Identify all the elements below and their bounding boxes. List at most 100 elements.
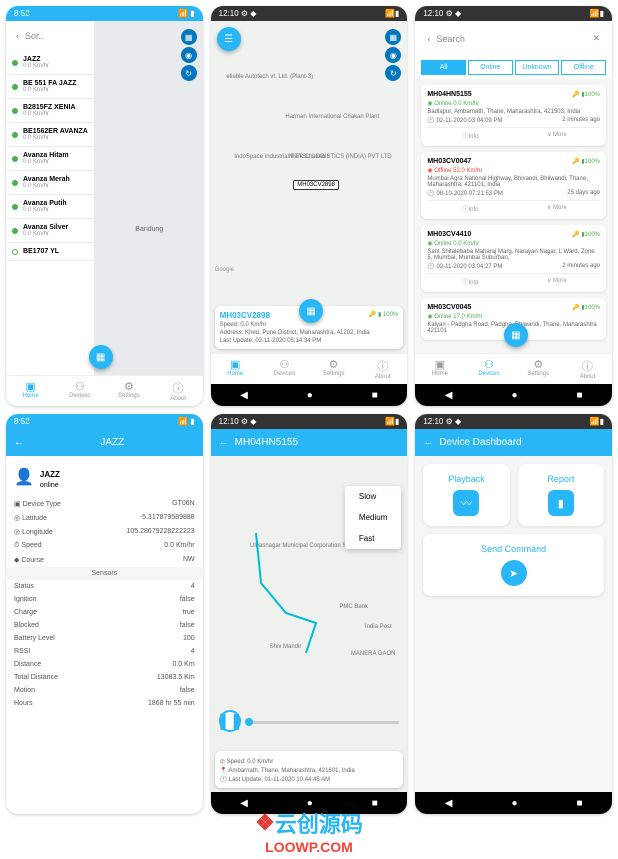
- nav-about[interactable]: ⓘAbout: [154, 380, 203, 402]
- list-item[interactable]: JAZZ0.0 Km/hr: [6, 51, 94, 75]
- tab-offline[interactable]: Offline: [561, 60, 606, 75]
- playback-info: ◎ Speed: 0.0 Km/hr 📍 Ambarnath, Thane, M…: [215, 751, 404, 788]
- home-button[interactable]: ●: [307, 390, 313, 401]
- device-card[interactable]: MH03CV4410🔑 ▮100% ◉ Online 0.0 Km/hr San…: [421, 225, 606, 292]
- sensor-row: Distance0.0 Km: [6, 658, 203, 671]
- device-card[interactable]: MH04HN5155🔑 ▮100% ◉ Online 0.0 Km/hr Bad…: [421, 85, 606, 146]
- status-bar: 8:52📶 ▮: [6, 6, 203, 21]
- list-item[interactable]: Avanza Merah0.0 Km/hr: [6, 171, 94, 195]
- back-icon[interactable]: ‹: [427, 34, 430, 44]
- recent-button[interactable]: ■: [372, 390, 378, 401]
- dash-card-report[interactable]: Report▮: [518, 464, 604, 526]
- list-item[interactable]: BE1707 YL: [6, 243, 94, 261]
- list-item[interactable]: Avanza Silver0.0 Km/hr: [6, 219, 94, 243]
- signal-icon: 📶▮: [385, 9, 399, 18]
- page-header: ←MH04HN5155: [211, 429, 408, 456]
- nav-home[interactable]: ▣Home: [6, 380, 55, 402]
- sensor-row: Hours1868 hr 55 min: [6, 697, 203, 710]
- bottom-nav: ▣Home ⚇Devices ⚙Settings ⓘAbout: [211, 353, 408, 384]
- list-item[interactable]: B2815FZ XENIA0.0 Km/hr: [6, 99, 94, 123]
- back-button[interactable]: ◀: [445, 798, 453, 809]
- back-button[interactable]: ◀: [445, 390, 453, 401]
- fab-button[interactable]: ▦: [299, 299, 323, 323]
- menu-item-medium[interactable]: Medium: [345, 507, 401, 528]
- screen-map-detail: 12:10 ⚙ ◆📶▮ ☰ ▦◉↻ eliable Autotech vt. L…: [211, 6, 408, 406]
- menu-button[interactable]: ☰: [217, 27, 241, 51]
- list-item[interactable]: Avanza Hitam0.0 Km/hr: [6, 147, 94, 171]
- info-button[interactable]: ⓘInfo: [427, 277, 513, 286]
- recent-button[interactable]: ■: [372, 798, 378, 809]
- android-nav: ◀ ● ■: [415, 792, 612, 814]
- status-bar: 12:10 ⚙ ◆📶▮: [211, 6, 408, 21]
- progress-slider[interactable]: [245, 721, 400, 724]
- sensor-row: Blockedfalse: [6, 619, 203, 632]
- recent-button[interactable]: ■: [576, 798, 582, 809]
- status-bar: 12:10 ⚙ ◆📶▮: [415, 414, 612, 429]
- info-button[interactable]: ⓘInfo: [427, 204, 513, 213]
- map-view[interactable]: ☰ ▦◉↻ eliable Autotech vt. Ltd. (Plant-3…: [211, 21, 408, 353]
- home-button[interactable]: ●: [511, 798, 517, 809]
- nav-devices[interactable]: ⚇Devices: [465, 358, 514, 380]
- status-dot: [12, 180, 18, 186]
- nav-devices[interactable]: ⚇Devices: [55, 380, 104, 402]
- tab-online[interactable]: Online: [468, 60, 513, 75]
- nav-settings[interactable]: ⚙Settings: [514, 358, 563, 380]
- screen-home-list: 8:52📶 ▮ ▦◉↻ Bandung ‹Sor.. JAZZ0.0 Km/hr…: [6, 6, 203, 406]
- nav-settings[interactable]: ⚙Settings: [104, 380, 153, 402]
- screen-playback: 12:10 ⚙ ◆📶▮ ←MH04HN5155 Slow Medium Fast…: [211, 414, 408, 814]
- info-icon: ⓘ: [358, 358, 407, 374]
- device-id: MH03CV4410: [427, 231, 471, 238]
- fab-button[interactable]: ▦: [89, 345, 113, 369]
- search-input[interactable]: ‹Sor..: [10, 25, 90, 47]
- status-bar: 12:10 ⚙ ◆📶▮: [415, 6, 612, 21]
- pause-button[interactable]: ❚❚: [219, 710, 241, 732]
- refresh-icon[interactable]: ↻: [385, 65, 401, 81]
- list-item[interactable]: Avanza Putih0.0 Km/hr: [6, 195, 94, 219]
- status-text: ◉ Online 0.0 Km/hr: [427, 100, 600, 107]
- back-icon[interactable]: ‹: [16, 31, 19, 41]
- more-button[interactable]: ∨ More: [514, 204, 600, 213]
- clear-icon[interactable]: ✕: [592, 33, 600, 44]
- fab-button[interactable]: ▦: [504, 323, 528, 347]
- back-icon[interactable]: ←: [219, 437, 229, 448]
- status-dot: [12, 60, 18, 66]
- nav-settings[interactable]: ⚙Settings: [309, 358, 358, 380]
- refresh-icon[interactable]: ↻: [181, 65, 197, 81]
- home-icon: ▣: [211, 358, 260, 371]
- home-button[interactable]: ●: [511, 390, 517, 401]
- menu-item-fast[interactable]: Fast: [345, 528, 401, 549]
- nav-devices[interactable]: ⚇Devices: [260, 358, 309, 380]
- map-view[interactable]: Slow Medium Fast Ulhasnagar Municipal Co…: [211, 456, 408, 792]
- battery-badge: 🔑 ▮ 100%: [369, 311, 398, 320]
- nav-about[interactable]: ⓘAbout: [563, 358, 612, 380]
- address-text: Address: Khed, Pune District, Maharashtr…: [220, 330, 399, 336]
- map-layers-icon[interactable]: ▦: [385, 29, 401, 45]
- nav-home[interactable]: ▣Home: [211, 358, 260, 380]
- dash-card-command[interactable]: Send Command➤: [423, 534, 604, 596]
- list-item[interactable]: BE 551 FA JAZZ0.0 Km/hr: [6, 75, 94, 99]
- back-button[interactable]: ◀: [240, 798, 248, 809]
- search-input[interactable]: ‹Search✕: [421, 27, 606, 50]
- status-dot: [12, 132, 18, 138]
- traffic-icon[interactable]: ◉: [181, 47, 197, 63]
- screen-dashboard: 12:10 ⚙ ◆📶▮ ←Device Dashboard Playback〰 …: [415, 414, 612, 814]
- back-button[interactable]: ◀: [240, 390, 248, 401]
- map-marker-label[interactable]: MH03CV2898: [293, 180, 339, 190]
- list-item[interactable]: BE1562ER AVANZA0.0 Km/hr: [6, 123, 94, 147]
- back-icon[interactable]: ←: [14, 437, 24, 448]
- traffic-icon[interactable]: ◉: [385, 47, 401, 63]
- status-dot: [12, 204, 18, 210]
- recent-button[interactable]: ■: [576, 390, 582, 401]
- dash-card-playback[interactable]: Playback〰: [423, 464, 509, 526]
- back-icon[interactable]: ←: [423, 437, 433, 448]
- device-card[interactable]: MH03CV0047🔑 ▮100% ◉ Offline 52.0 Km/hr M…: [421, 152, 606, 219]
- info-button[interactable]: ⓘInfo: [427, 131, 513, 140]
- nav-home[interactable]: ▣Home: [415, 358, 464, 380]
- more-button[interactable]: ∨ More: [514, 277, 600, 286]
- tab-unknown[interactable]: Unknown: [515, 60, 560, 75]
- menu-item-slow[interactable]: Slow: [345, 486, 401, 507]
- nav-about[interactable]: ⓘAbout: [358, 358, 407, 380]
- map-layers-icon[interactable]: ▦: [181, 29, 197, 45]
- tab-all[interactable]: All: [421, 60, 466, 75]
- more-button[interactable]: ∨ More: [514, 131, 600, 140]
